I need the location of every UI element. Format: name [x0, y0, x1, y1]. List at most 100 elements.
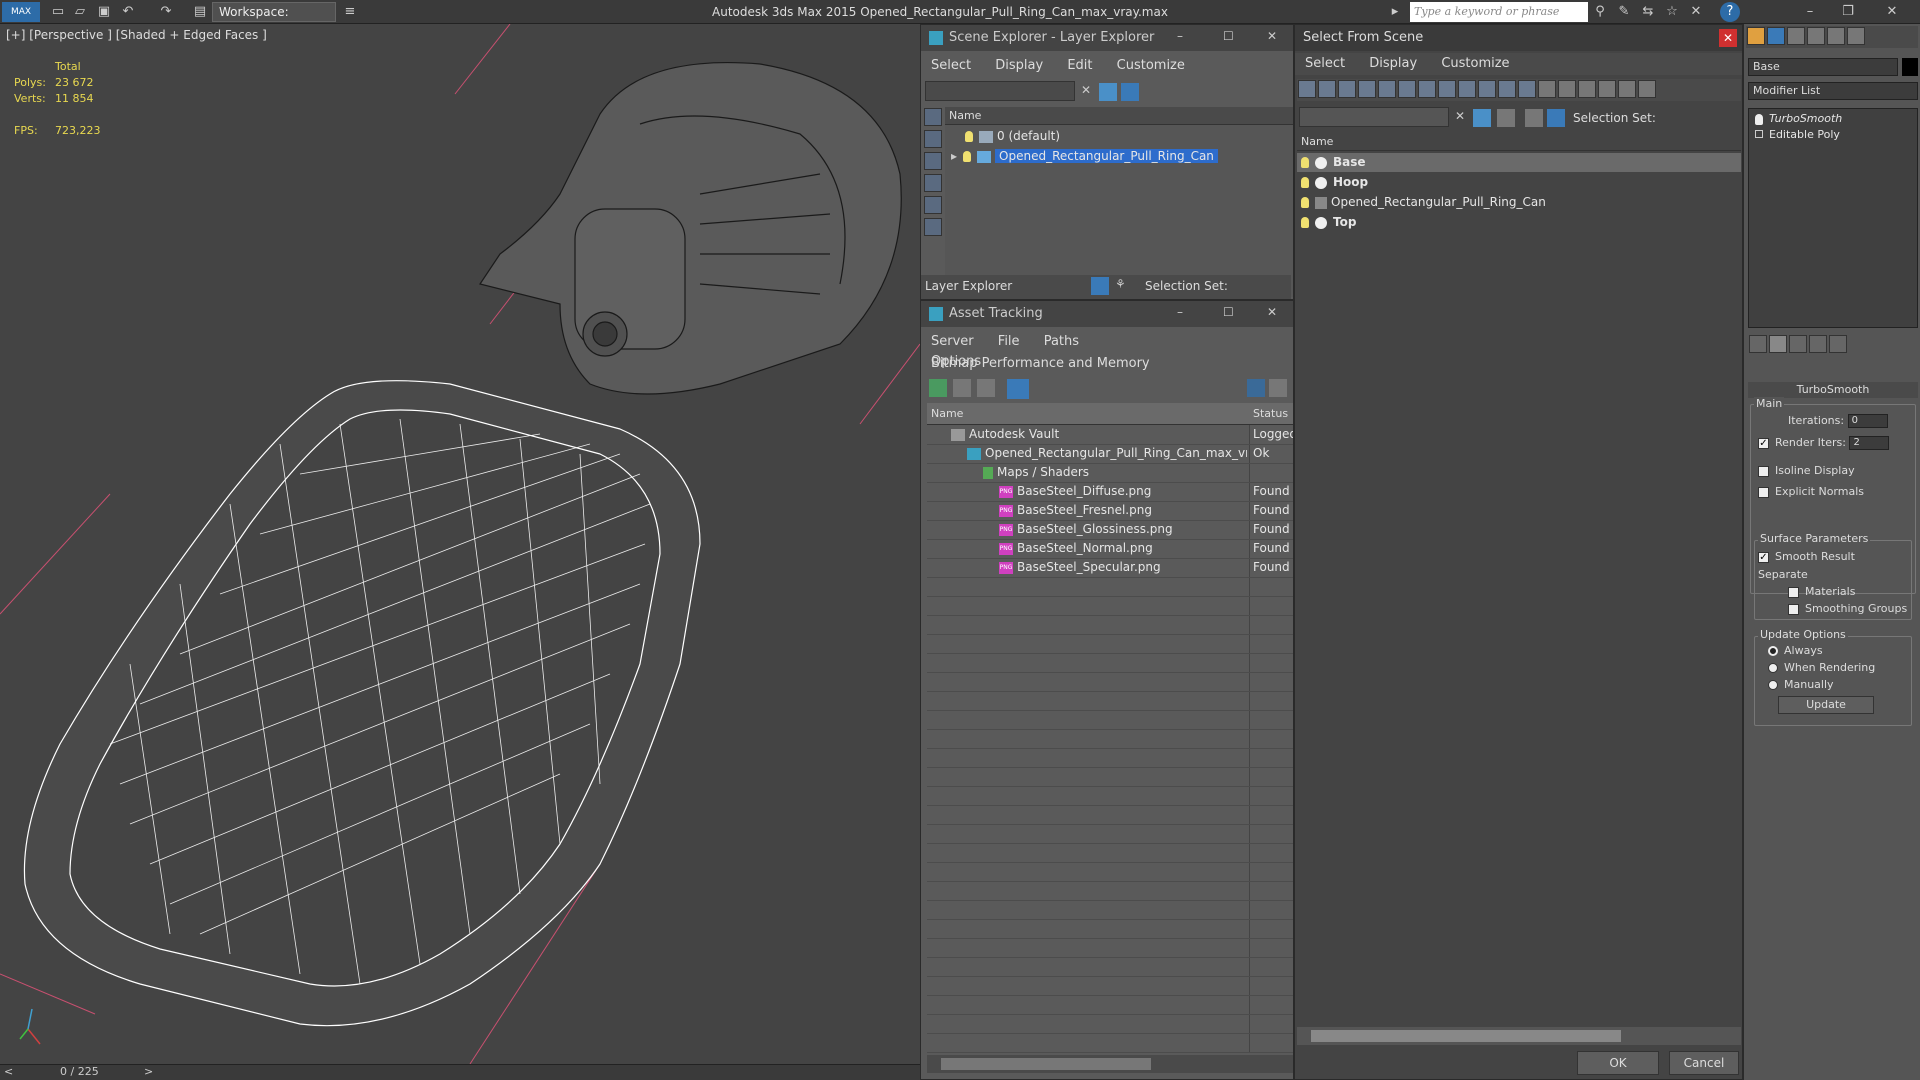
asset-row[interactable]: Opened_Rectangular_Pull_Ring_Can_max_vra…	[967, 444, 1247, 463]
light-bulb-icon[interactable]	[963, 151, 972, 162]
modifier-editable-poly[interactable]: Editable Poly	[1755, 125, 1840, 144]
undo-icon[interactable]: ↶	[118, 2, 138, 22]
binoculars-icon[interactable]: ⚲	[1590, 2, 1610, 22]
select-none-icon[interactable]	[1558, 80, 1576, 98]
display-cameras-icon[interactable]	[924, 196, 942, 214]
project-icon[interactable]: ▤	[190, 2, 210, 22]
layer-explorer-dropdown[interactable]: Layer Explorer	[925, 279, 1012, 293]
next-frame-button[interactable]: >	[144, 1065, 153, 1078]
configure-sets-icon[interactable]	[1829, 335, 1847, 353]
display-frozen-icon[interactable]	[1498, 80, 1516, 98]
help-icon[interactable]: ?	[1720, 2, 1740, 22]
selection-set-icon[interactable]	[1497, 109, 1515, 127]
display-bones-icon[interactable]	[1458, 80, 1476, 98]
new-file-icon[interactable]: ▭	[48, 2, 68, 22]
minimize-icon[interactable]: –	[1177, 305, 1183, 319]
menu-customize[interactable]: Customize	[1431, 53, 1519, 75]
asset-row[interactable]: PNG BaseSteel_Specular.png	[999, 558, 1161, 577]
close-icon[interactable]: ✕	[1267, 305, 1277, 319]
close-icon[interactable]: ✕	[1719, 29, 1737, 47]
display-none-icon[interactable]	[924, 108, 942, 126]
modifier-list-dropdown[interactable]: Modifier List	[1748, 82, 1918, 100]
motion-tab-icon[interactable]	[1807, 27, 1825, 45]
light-bulb-icon[interactable]	[1301, 217, 1309, 228]
list-view-icon[interactable]	[953, 379, 971, 397]
horizontal-scrollbar[interactable]	[1297, 1027, 1741, 1045]
layer-row[interactable]: ▸ Opened_Rectangular_Pull_Ring_Can	[945, 147, 1293, 166]
display-tab-icon[interactable]	[1827, 27, 1845, 45]
select-all-icon[interactable]	[1538, 80, 1556, 98]
create-tab-icon[interactable]	[1747, 27, 1765, 45]
close-icon[interactable]: ✕	[1267, 29, 1277, 43]
hierarchy-tab-icon[interactable]	[1787, 27, 1805, 45]
maximize-icon[interactable]: ☐	[1223, 305, 1234, 319]
asset-row[interactable]: Autodesk Vault	[951, 425, 1059, 444]
perspective-viewport[interactable]: [+] [Perspective ] [Shaded + Edged Faces…	[0, 24, 920, 1064]
menu-display[interactable]: Display	[1359, 53, 1427, 75]
display-geometry-icon[interactable]	[924, 130, 942, 148]
cancel-button[interactable]: Cancel	[1669, 1051, 1739, 1075]
display-xrefs-icon[interactable]	[1438, 80, 1456, 98]
filter-icon[interactable]	[1099, 83, 1117, 101]
display-cameras-icon[interactable]	[1358, 80, 1376, 98]
materials-checkbox[interactable]	[1788, 586, 1799, 598]
time-slider[interactable]: < 0 / 225 >	[0, 1064, 920, 1080]
object-name-field[interactable]: Base	[1748, 58, 1898, 76]
scrollbar-thumb[interactable]	[1311, 1030, 1621, 1042]
when-rendering-radio[interactable]	[1768, 663, 1778, 673]
hierarchy-icon[interactable]	[1618, 80, 1636, 98]
render-iters-spinner[interactable]: 2	[1849, 436, 1890, 450]
display-hidden-icon[interactable]	[1518, 80, 1536, 98]
display-spacewarps-icon[interactable]	[1398, 80, 1416, 98]
asset-row[interactable]: Maps / Shaders	[983, 463, 1089, 482]
prev-frame-button[interactable]: <	[4, 1065, 13, 1078]
iterations-spinner[interactable]: 0	[1847, 414, 1888, 428]
asset-row[interactable]: PNG BaseSteel_Normal.png	[999, 539, 1153, 558]
horizontal-scrollbar[interactable]	[927, 1055, 1293, 1073]
exchange-icon[interactable]: ⇆	[1638, 2, 1658, 22]
render-iters-checkbox[interactable]: ✓	[1758, 437, 1769, 449]
layer-row[interactable]: 0 (default)	[965, 127, 1285, 146]
layers-icon[interactable]	[1525, 109, 1543, 127]
hierarchy-mode-icon[interactable]	[1547, 109, 1565, 127]
object-row-selected[interactable]: Base	[1297, 153, 1741, 172]
smooth-result-checkbox[interactable]: ✓	[1758, 551, 1769, 563]
scene-search-input[interactable]	[1299, 107, 1449, 127]
save-icon[interactable]: ▣	[94, 2, 114, 22]
menu-paths[interactable]: Paths	[1034, 331, 1089, 353]
thumbnail-icon[interactable]	[977, 379, 995, 397]
name-column-header[interactable]: Name	[1297, 133, 1741, 151]
utilities-tab-icon[interactable]	[1847, 27, 1865, 45]
close-tools-icon[interactable]: ✕	[1686, 2, 1706, 22]
minimize-icon[interactable]: –	[1177, 29, 1183, 43]
expand-arrow-icon[interactable]: ▸	[951, 149, 957, 163]
menu-edit[interactable]: Edit	[1057, 55, 1102, 77]
workspace-dropdown[interactable]: Workspace: Default	[212, 2, 336, 37]
settings-icon[interactable]	[1269, 379, 1287, 397]
menu-server[interactable]: Server	[921, 331, 984, 353]
light-bulb-icon[interactable]	[1301, 197, 1309, 208]
modify-tab-icon[interactable]	[1767, 27, 1785, 45]
display-lights-icon[interactable]	[1338, 80, 1356, 98]
name-column-header[interactable]: Name	[927, 403, 1249, 425]
hierarchy-icon[interactable]: ⚘	[1115, 277, 1126, 291]
select-invert-icon[interactable]	[1578, 80, 1596, 98]
clear-search-icon[interactable]: ✕	[1081, 83, 1091, 97]
table-view-icon[interactable]	[1007, 379, 1029, 399]
asset-row[interactable]: PNG BaseSteel_Fresnel.png	[999, 501, 1152, 520]
layer-mode-icon[interactable]	[1091, 277, 1109, 295]
update-button[interactable]: Update	[1778, 696, 1874, 714]
modifier-toggle-icon[interactable]	[1755, 113, 1763, 125]
make-unique-icon[interactable]	[1789, 335, 1807, 353]
show-end-result-icon[interactable]	[1769, 335, 1787, 353]
object-color-swatch[interactable]	[1902, 58, 1918, 76]
light-bulb-icon[interactable]	[1301, 157, 1309, 168]
display-shapes-icon[interactable]	[924, 152, 942, 170]
collapse-icon[interactable]	[1638, 80, 1656, 98]
asset-row[interactable]: PNG BaseSteel_Glossiness.png	[999, 520, 1173, 539]
close-icon[interactable]: ✕	[1882, 2, 1902, 22]
search-input[interactable]: Type a keyword or phrase	[1410, 2, 1588, 22]
redo-icon[interactable]: ↷	[156, 2, 176, 22]
smoothing-groups-checkbox[interactable]	[1788, 603, 1799, 615]
open-file-icon[interactable]: ▱	[70, 2, 90, 22]
